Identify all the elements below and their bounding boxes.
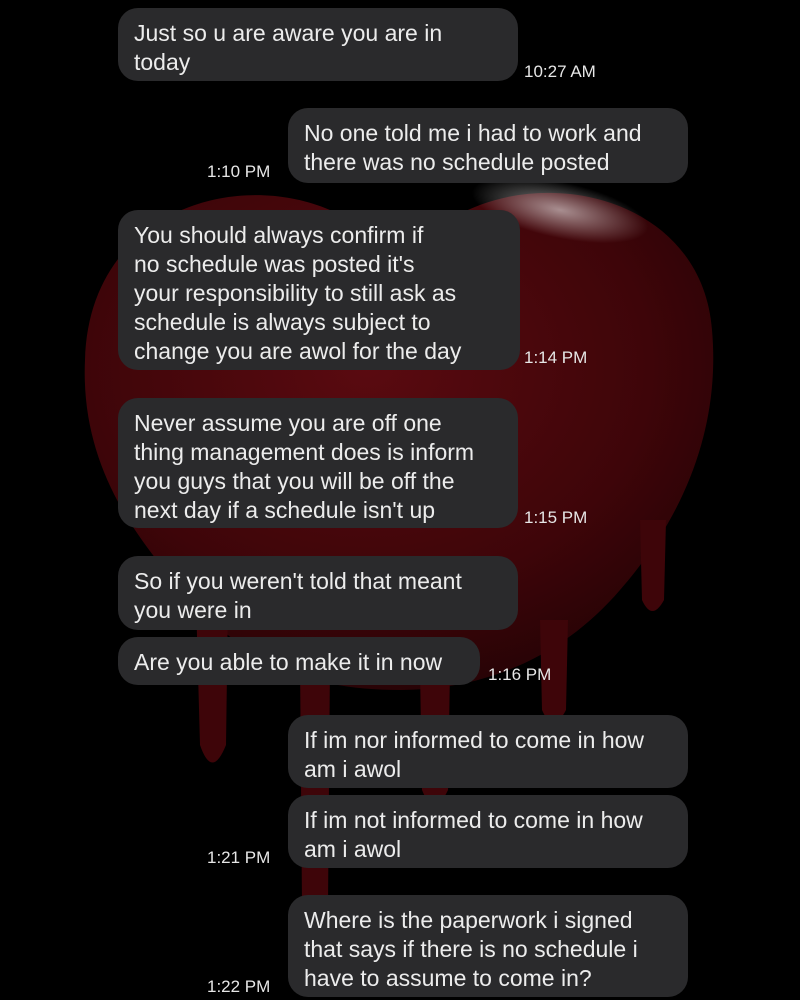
message-incoming[interactable]: You should always confirm if no schedule… [118, 210, 520, 370]
message-outgoing[interactable]: Where is the paperwork i signed that say… [288, 895, 688, 997]
message-outgoing[interactable]: No one told me i had to work and there w… [288, 108, 688, 183]
message-incoming[interactable]: Are you able to make it in now [118, 637, 480, 685]
message-incoming[interactable]: Never assume you are off one thing manag… [118, 398, 518, 528]
message-timestamp: 1:10 PM [207, 162, 271, 181]
message-outgoing[interactable]: If im not informed to come in how am i a… [288, 795, 688, 868]
drip [640, 520, 666, 611]
message-timestamp: 1:22 PM [207, 977, 271, 996]
message-incoming[interactable]: Just so u are aware you are in today [118, 8, 518, 81]
message-outgoing[interactable]: If im nor informed to come in how am i a… [288, 715, 688, 788]
message-timestamp: 1:21 PM [207, 848, 271, 867]
message-timestamp: 1:16 PM [488, 665, 552, 684]
message-timestamp: 1:15 PM [524, 508, 588, 527]
message-timestamp: 10:27 AM [524, 62, 596, 81]
message-incoming[interactable]: So if you weren't told that meant you we… [118, 556, 518, 630]
drip [300, 660, 330, 923]
message-timestamp: 1:14 PM [524, 348, 588, 367]
